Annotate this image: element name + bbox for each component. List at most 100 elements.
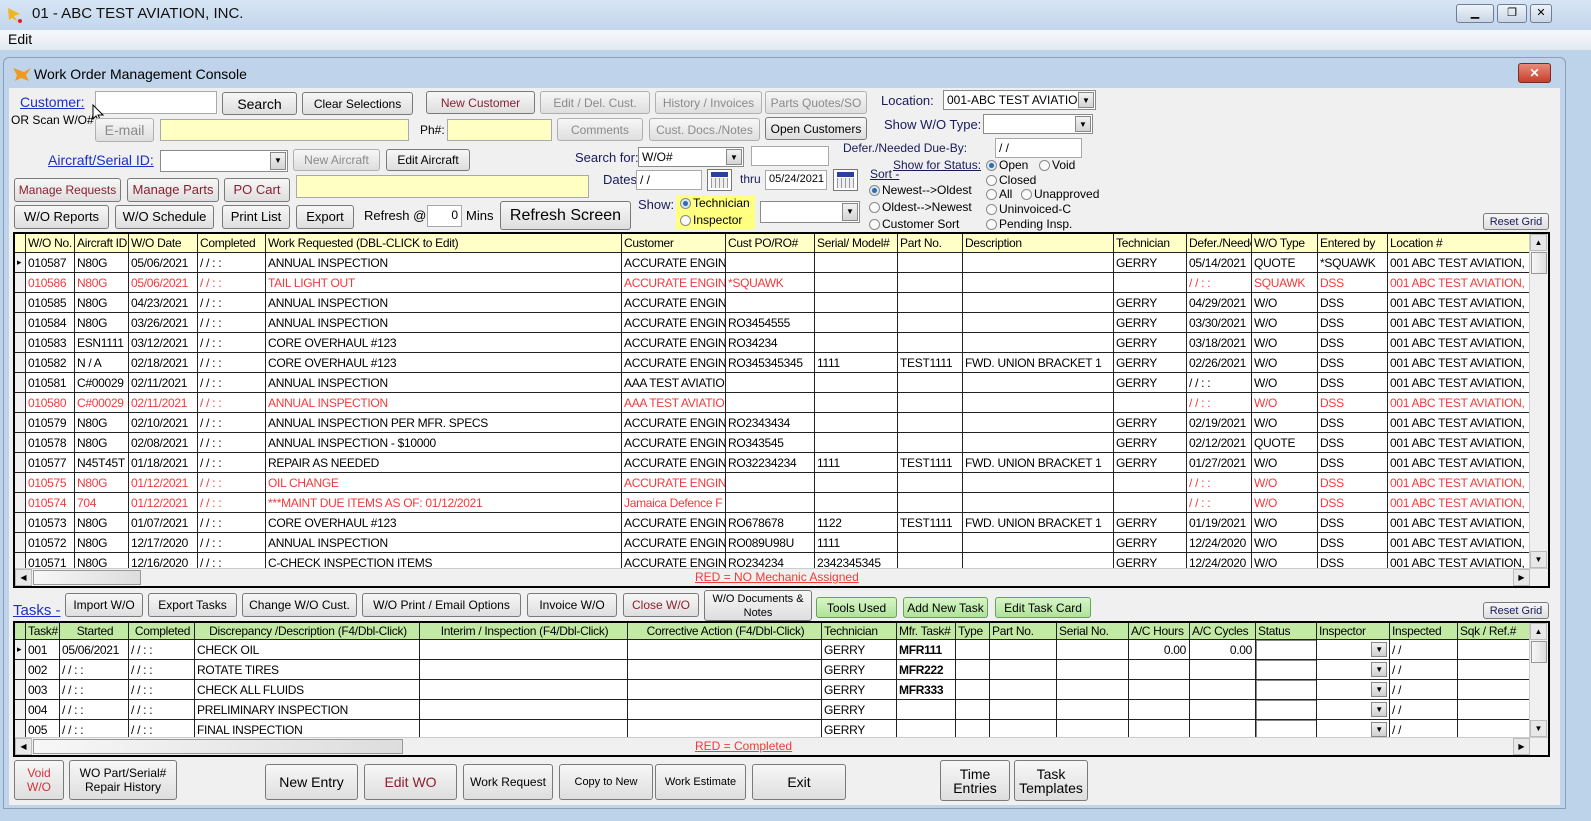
work-order-row[interactable]: ▸ 010587 N80G 05/06/2021 / / : : ANNUAL INSPE… xyxy=(15,253,1532,273)
grid-cell[interactable] xyxy=(726,493,815,513)
grid-cell[interactable]: 001 ABC TEST AVIATION, xyxy=(1388,453,1532,473)
location-select[interactable]: 001-ABC TEST AVIATIO ▼ xyxy=(943,90,1096,110)
task-templates-button[interactable]: Task Templates xyxy=(1014,760,1088,801)
info-field[interactable] xyxy=(296,175,589,198)
comments-button[interactable]: Comments xyxy=(557,118,643,141)
column-header[interactable]: Interim / Inspection (F4/Dbl-Click) xyxy=(420,623,628,640)
export-button[interactable]: Export xyxy=(296,205,354,229)
grid-cell[interactable]: W/O xyxy=(1252,393,1318,413)
grid-cell[interactable]: 1122 xyxy=(815,513,898,533)
show-inspector-radio[interactable]: Inspector xyxy=(680,213,742,227)
calendar-icon[interactable] xyxy=(833,169,858,191)
manage-parts-button[interactable]: Manage Parts xyxy=(127,178,219,202)
grid-cell[interactable] xyxy=(963,433,1114,453)
column-header[interactable]: W/O Date xyxy=(129,234,198,253)
grid-cell[interactable] xyxy=(963,333,1114,353)
horizontal-scrollbar[interactable]: ◀ ▶ RED = NO Mechanic Assigned xyxy=(15,568,1548,586)
grid-cell[interactable]: 010583 xyxy=(26,333,75,353)
grid-cell[interactable]: ▼ xyxy=(1317,640,1390,660)
grid-cell[interactable]: 04/29/2021 xyxy=(1187,293,1252,313)
tasks-grid[interactable]: Task# Started Completed Discrepancy /Descri… xyxy=(13,621,1550,757)
grid-cell[interactable]: 0.00 xyxy=(1190,640,1256,660)
column-header[interactable]: A/C Cycles xyxy=(1190,623,1256,640)
column-header[interactable]: Corrective Action (F4/Dbl-Click) xyxy=(628,623,822,640)
scroll-left-icon[interactable]: ◀ xyxy=(15,738,32,755)
grid-cell[interactable]: 02/10/2021 xyxy=(129,413,198,433)
column-header[interactable]: A/C Hours xyxy=(1129,623,1190,640)
grid-cell[interactable]: DSS xyxy=(1318,413,1388,433)
grid-cell[interactable] xyxy=(898,433,963,453)
grid-cell[interactable]: / / : : xyxy=(198,393,266,413)
grid-cell[interactable]: ANNUAL INSPECTION PER MFR. SPECS xyxy=(266,413,622,433)
grid-cell[interactable]: TEST1111 xyxy=(898,513,963,533)
grid-cell[interactable]: FWD. UNION BRACKET 1 xyxy=(963,353,1114,373)
date-to-input[interactable]: 05/24/2021 xyxy=(765,170,827,190)
grid-cell[interactable]: 01/18/2021 xyxy=(129,453,198,473)
grid-cell[interactable] xyxy=(898,313,963,333)
grid-cell[interactable]: / / : : xyxy=(198,493,266,513)
grid-cell[interactable]: / / : : xyxy=(198,273,266,293)
grid-cell[interactable]: 010578 xyxy=(26,433,75,453)
grid-cell[interactable] xyxy=(956,700,990,720)
grid-cell[interactable] xyxy=(990,700,1057,720)
sort-oldest-radio[interactable]: Oldest-->Newest xyxy=(869,200,972,214)
phone-field[interactable] xyxy=(447,119,552,141)
grid-cell[interactable] xyxy=(898,413,963,433)
history-invoices-button[interactable]: History / Invoices xyxy=(655,91,762,114)
grid-cell[interactable]: DSS xyxy=(1318,453,1388,473)
grid-cell[interactable]: 12/24/2020 xyxy=(1187,533,1252,553)
column-header[interactable]: Inspector xyxy=(1317,623,1390,640)
aircraft-link[interactable]: Aircraft/Serial ID: xyxy=(48,152,154,168)
grid-cell[interactable]: PRELIMINARY INSPECTION xyxy=(195,700,420,720)
grid-cell[interactable]: 010572 xyxy=(26,533,75,553)
grid-cell[interactable]: 001 ABC TEST AVIATION, xyxy=(1388,293,1532,313)
task-row[interactable]: ▸ 001 05/06/2021 / / : : CHECK OIL GERRY MFR11… xyxy=(15,640,1530,660)
grid-cell[interactable] xyxy=(963,393,1114,413)
add-new-task-button[interactable]: Add New Task xyxy=(903,597,988,618)
grid-cell[interactable]: 05/14/2021 xyxy=(1187,253,1252,273)
grid-cell[interactable] xyxy=(1190,660,1256,680)
open-customers-button[interactable]: Open Customers xyxy=(765,117,867,140)
column-header[interactable]: Type xyxy=(956,623,990,640)
grid-cell[interactable] xyxy=(963,493,1114,513)
grid-cell[interactable]: GERRY xyxy=(1114,533,1187,553)
wo-reports-button[interactable]: W/O Reports xyxy=(14,205,109,229)
calendar-icon[interactable] xyxy=(707,169,732,191)
column-header[interactable]: Defer./Needed xyxy=(1187,234,1252,253)
void-wo-button[interactable]: Void W/O xyxy=(14,760,64,800)
scroll-left-icon[interactable]: ◀ xyxy=(15,569,32,586)
grid-cell[interactable] xyxy=(1458,700,1530,720)
grid-cell[interactable]: DSS xyxy=(1318,293,1388,313)
grid-cell[interactable]: / / xyxy=(1390,640,1458,660)
grid-cell[interactable]: 010587 xyxy=(26,253,75,273)
work-order-row[interactable]: 010581 C#00029 02/11/2021 / / : : ANNUAL INS… xyxy=(15,373,1532,393)
wo-type-select[interactable]: ▼ xyxy=(983,114,1093,134)
wo-schedule-button[interactable]: W/O Schedule xyxy=(115,205,214,229)
grid-cell[interactable] xyxy=(628,660,822,680)
vertical-scrollbar[interactable]: ▲ ▼ xyxy=(1529,234,1548,568)
status-closed-radio[interactable]: Closed xyxy=(986,173,1036,187)
grid-cell[interactable]: GERRY xyxy=(1114,513,1187,533)
grid-cell[interactable]: N80G xyxy=(75,533,129,553)
grid-cell[interactable]: / / xyxy=(1390,680,1458,700)
grid-cell[interactable] xyxy=(956,680,990,700)
grid-cell[interactable]: 03/12/2021 xyxy=(129,333,198,353)
grid-cell[interactable]: GERRY xyxy=(822,640,897,660)
repair-history-button[interactable]: WO Part/Serial# Repair History xyxy=(69,760,177,800)
grid-cell[interactable] xyxy=(897,700,956,720)
grid-cell[interactable] xyxy=(815,373,898,393)
grid-cell[interactable]: 02/19/2021 xyxy=(1187,413,1252,433)
new-aircraft-button[interactable]: New Aircraft xyxy=(293,149,380,171)
grid-cell[interactable]: *SQUAWK xyxy=(1318,253,1388,273)
sort-newest-radio[interactable]: Newest-->Oldest xyxy=(869,183,972,197)
grid-cell[interactable]: 02/18/2021 xyxy=(129,353,198,373)
grid-cell[interactable]: 704 xyxy=(75,493,129,513)
grid-cell[interactable]: / / : : xyxy=(198,473,266,493)
grid-cell[interactable]: TAIL LIGHT OUT xyxy=(266,273,622,293)
work-order-row[interactable]: 010583 ESN1111 03/12/2021 / / : : CORE OVERH… xyxy=(15,333,1532,353)
column-header[interactable]: Technician xyxy=(1114,234,1187,253)
grid-cell[interactable]: GERRY xyxy=(822,680,897,700)
grid-cell[interactable] xyxy=(963,473,1114,493)
work-order-row[interactable]: 010585 N80G 04/23/2021 / / : : ANNUAL INSPEC… xyxy=(15,293,1532,313)
grid-cell[interactable]: 010582 xyxy=(26,353,75,373)
